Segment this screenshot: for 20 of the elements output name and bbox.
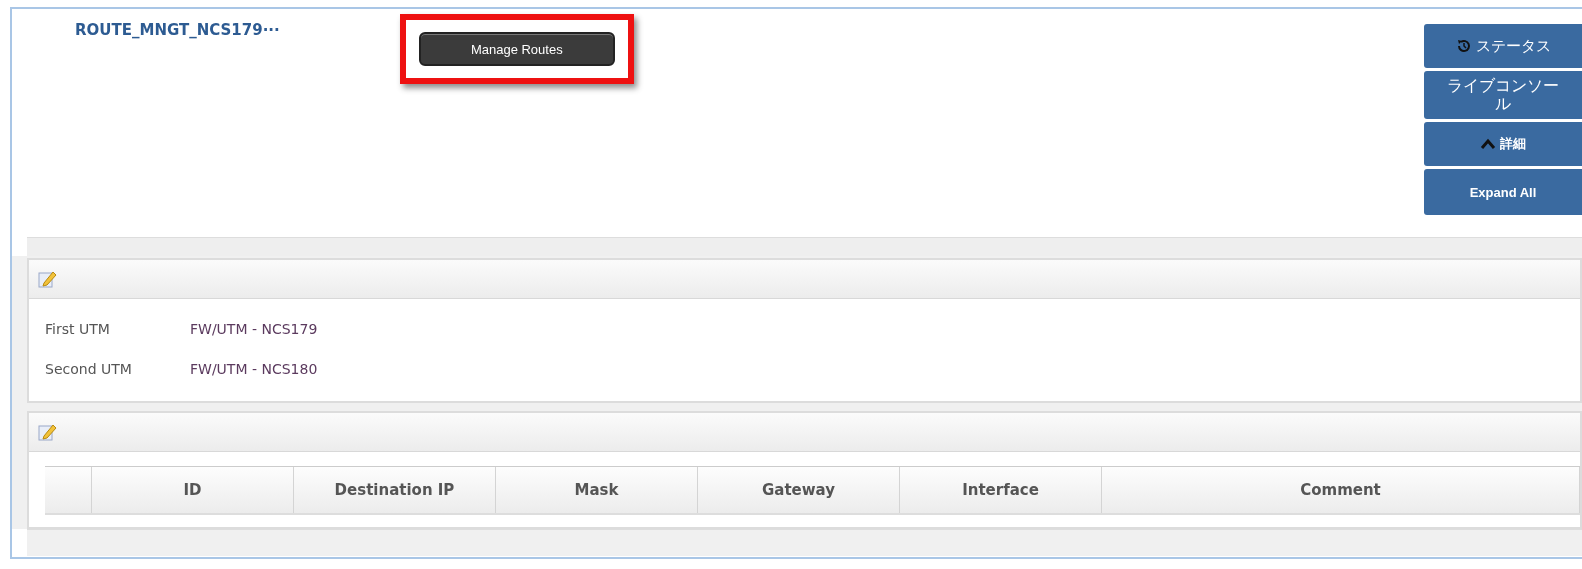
field-label: First UTM [45,321,111,337]
status-button[interactable]: ステータス [1424,24,1582,68]
expand-all-button[interactable]: Expand All [1424,169,1582,215]
column-header[interactable]: Gateway [698,467,900,513]
page-title: ROUTE_MNGT_NCS179··· [75,21,280,39]
manage-routes-button[interactable]: Manage Routes [418,32,615,66]
column-header[interactable]: Mask [496,467,698,513]
caret-up-icon [1480,138,1496,150]
live-console-button[interactable]: ライブコンソール [1424,71,1582,119]
field-value: FW/UTM - NCS180 [190,361,318,377]
edit-icon[interactable] [37,269,57,289]
column-header[interactable]: ID [92,467,294,513]
edit-icon[interactable] [37,422,57,442]
field-label: Second UTM [45,361,133,377]
column-header[interactable]: Comment [1102,467,1580,513]
column-header[interactable]: Interface [900,467,1102,513]
column-header[interactable]: Destination IP [294,467,496,513]
details-button[interactable]: 詳細 [1424,122,1582,166]
field-value: FW/UTM - NCS179 [190,321,318,337]
history-icon [1455,38,1472,54]
